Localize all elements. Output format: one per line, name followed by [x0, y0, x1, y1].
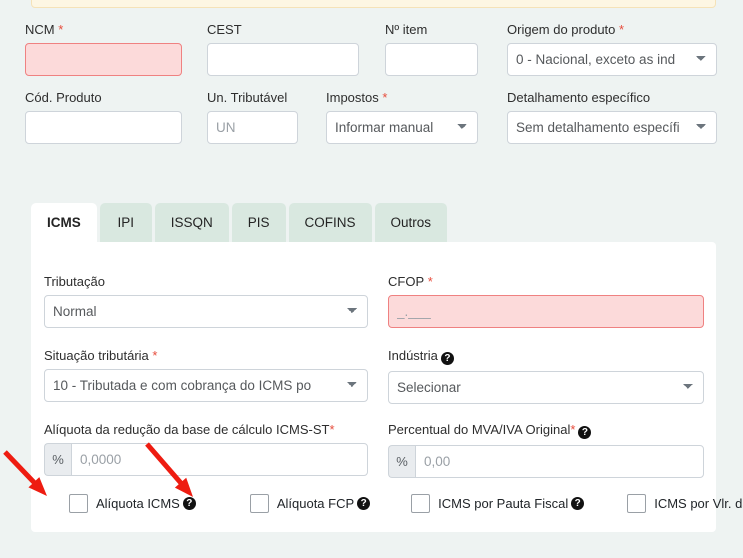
cest-input[interactable] [207, 43, 359, 76]
numero-item-input[interactable] [385, 43, 478, 76]
cod-produto-input[interactable] [25, 111, 182, 144]
checkbox-aliquota-icms[interactable] [69, 494, 88, 513]
tributacao-select[interactable]: Normal [44, 295, 368, 328]
required-marker-percentual-mva: * [570, 422, 576, 437]
situacao-tributaria-select[interactable]: 10 - Tributada e com cobrança do ICMS po [44, 369, 368, 402]
field-group-origem-produto: Origem do produto * 0 - Nacional, exceto… [507, 22, 717, 76]
product-top-form: NCM * CEST Nº item Origem do produto * 0… [0, 22, 743, 158]
label-detalhamento-especifico: Detalhamento específico [507, 90, 651, 105]
checkbox-label-aliquota-icms: Alíquota ICMS [96, 496, 180, 511]
field-group-cfop: CFOP * [388, 274, 704, 328]
label-situacao-tributaria-text: Situação tributária [44, 348, 149, 363]
label-aliquota-reducao: Alíquota da redução da base de cálculo I… [44, 422, 368, 437]
un-tributavel-input[interactable] [207, 111, 298, 144]
input-group-percentual-mva: % [388, 445, 704, 478]
tab-issqn[interactable]: ISSQN [154, 203, 229, 242]
field-group-percentual-mva-iva: Percentual do MVA/IVA Original*? % [388, 422, 704, 478]
label-industria: Indústria? [388, 348, 704, 365]
field-group-numero-item: Nº item [385, 22, 478, 76]
checkbox-icms-vlr-operacao[interactable] [627, 494, 647, 513]
ncm-input[interactable] [25, 43, 182, 76]
field-group-impostos: Impostos * Informar manual [326, 90, 478, 144]
tab-cofins[interactable]: COFINS [288, 203, 372, 242]
tab-cofins-label: COFINS [304, 215, 356, 230]
tab-pis[interactable]: PIS [231, 203, 286, 242]
tax-tabs: ICMS IPI ISSQN PIS COFINS Outros [31, 203, 448, 242]
required-marker-ncm: * [54, 22, 64, 37]
label-percentual-mva: Percentual do MVA/IVA Original*? [388, 422, 704, 439]
checkbox-label-aliquota-fcp: Alíquota FCP [276, 496, 355, 511]
label-situacao-tributaria: Situação tributária * [44, 348, 368, 363]
percent-addon-aliquota-reducao: % [44, 443, 71, 476]
field-group-cest: CEST [207, 22, 359, 76]
required-marker-cfop: * [424, 274, 433, 289]
label-impostos: Impostos * [326, 90, 478, 105]
field-group-un-tributavel: Un. Tributável [207, 90, 298, 144]
label-tributacao: Tributação [44, 274, 105, 289]
cfop-input[interactable] [388, 295, 704, 328]
checkbox-item-aliquota-icms: Alíquota ICMS ? [69, 494, 196, 513]
help-icon-aliquota-fcp[interactable]: ? [357, 497, 371, 510]
checkbox-label-icms-pauta-fiscal: ICMS por Pauta Fiscal [438, 496, 569, 511]
label-cfop-text: CFOP [388, 274, 425, 289]
label-un-tributavel: Un. Tributável [207, 90, 288, 105]
label-ncm: NCM * [25, 22, 182, 37]
checkbox-item-icms-pauta-fiscal: ICMS por Pauta Fiscal ? [411, 494, 585, 513]
origem-produto-select[interactable]: 0 - Nacional, exceto as ind [507, 43, 717, 76]
percentual-mva-input[interactable] [415, 445, 704, 478]
label-cfop: CFOP * [388, 274, 704, 289]
industria-select[interactable]: Selecionar [388, 371, 704, 404]
label-industria-text: Indústria [388, 348, 438, 363]
label-origem-produto: Origem do produto * [507, 22, 717, 37]
tab-ipi-label: IPI [117, 215, 134, 230]
required-marker-situacao: * [148, 348, 158, 363]
field-group-tributacao: Tributação Normal [44, 274, 368, 328]
icms-tab-panel: Tributação Normal CFOP * Situação tribut… [31, 242, 743, 532]
required-marker-aliquota-reducao: * [329, 422, 335, 437]
field-group-industria: Indústria? Selecionar [388, 348, 704, 404]
top-form-row-2: Cód. Produto Un. Tributável Impostos * I… [0, 90, 743, 158]
detalhamento-especifico-select[interactable]: Sem detalhamento específi [507, 111, 717, 144]
help-icon-industria[interactable]: ? [440, 352, 454, 365]
checkbox-aliquota-fcp[interactable] [249, 494, 269, 513]
impostos-select[interactable]: Informar manual [326, 111, 478, 144]
help-icon-aliquota-icms[interactable]: ? [182, 497, 196, 510]
tab-icms[interactable]: ICMS [31, 203, 97, 242]
field-group-aliquota-reducao-icms-st: Alíquota da redução da base de cálculo I… [44, 422, 368, 476]
input-group-aliquota-reducao: % [44, 443, 368, 476]
label-cod-produto: Cód. Produto [25, 90, 102, 105]
percent-addon-percentual-mva: % [388, 445, 415, 478]
tab-issqn-label: ISSQN [170, 215, 213, 230]
icms-options-checkbox-row: Alíquota ICMS ? Alíquota FCP ? ICMS por … [44, 494, 743, 513]
checkbox-item-icms-vlr-operacao: ICMS por Vlr. da Oper. ? [627, 494, 743, 513]
checkbox-label-icms-vlr-operacao: ICMS por Vlr. da Oper. [654, 496, 743, 511]
top-form-row-1: NCM * CEST Nº item Origem do produto * 0… [0, 22, 743, 90]
label-numero-item: Nº item [385, 22, 428, 37]
label-aliquota-reducao-text: Alíquota da redução da base de cálculo I… [44, 422, 330, 437]
help-icon-percentual-mva[interactable]: ? [578, 426, 592, 439]
tab-outros-label: Outros [390, 215, 432, 230]
checkbox-icms-pauta-fiscal[interactable] [411, 494, 431, 513]
required-marker-impostos: * [378, 90, 388, 105]
warning-alert-strip [31, 0, 716, 8]
required-marker-origem: * [615, 22, 625, 37]
tab-ipi[interactable]: IPI [99, 203, 152, 242]
checkbox-item-aliquota-fcp: Alíquota FCP ? [249, 494, 371, 513]
field-group-detalhamento-especifico: Detalhamento específico Sem detalhamento… [507, 90, 717, 144]
label-origem-produto-text: Origem do produto [507, 22, 616, 37]
tab-outros[interactable]: Outros [374, 203, 448, 242]
label-ncm-text: NCM [25, 22, 55, 37]
field-group-situacao-tributaria: Situação tributária * 10 - Tributada e c… [44, 348, 368, 402]
field-group-cod-produto: Cód. Produto [25, 90, 182, 144]
tab-icms-label: ICMS [47, 215, 81, 230]
field-group-ncm: NCM * [25, 22, 182, 76]
tab-pis-label: PIS [247, 215, 270, 230]
label-percentual-mva-text: Percentual do MVA/IVA Original [388, 422, 571, 437]
help-icon-icms-pauta-fiscal[interactable]: ? [571, 497, 585, 510]
aliquota-reducao-input[interactable] [71, 443, 368, 476]
label-cest: CEST [207, 22, 242, 37]
label-impostos-text: Impostos [326, 90, 379, 105]
